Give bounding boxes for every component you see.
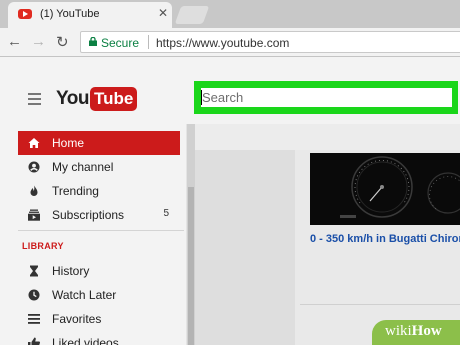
video-thumbnail[interactable] [310, 153, 460, 225]
sidebar-item-label: My channel [52, 160, 114, 174]
browser-toolbar: ← → ↻ Secure https://www.youtube.com [0, 28, 460, 57]
youtube-page: YouTube Home My channel Trending Subscri [0, 57, 460, 345]
sidebar-item-watch-later[interactable]: Watch Later [18, 283, 180, 307]
sidebar-item-label: Subscriptions [52, 208, 125, 222]
sidebar-item-history[interactable]: History [18, 259, 180, 283]
subscriptions-count-badge: 5 [163, 208, 169, 219]
watermark-prefix: wiki [385, 323, 412, 339]
sidebar-divider [18, 230, 184, 231]
watermark-suffix: How [411, 323, 442, 339]
sidebar-item-subscriptions[interactable]: Subscriptions 5 [18, 203, 180, 227]
sidebar-item-label: Watch Later [52, 288, 117, 302]
reload-icon[interactable]: ↻ [56, 33, 69, 51]
youtube-logo[interactable]: You Tube [56, 87, 138, 111]
close-tab-icon[interactable]: ✕ [158, 6, 168, 20]
card-divider [300, 304, 460, 305]
list-icon [28, 314, 40, 324]
sidebar-item-trending[interactable]: Trending [18, 179, 180, 203]
search-input[interactable] [201, 88, 452, 107]
home-icon [28, 138, 40, 148]
sidebar-item-label: Home [52, 136, 85, 150]
address-separator [148, 35, 149, 49]
sidebar-item-label: History [52, 264, 90, 278]
logo-you-text: You [56, 88, 89, 109]
tab-title: (1) YouTube [40, 8, 100, 20]
speedometer-image [310, 153, 460, 225]
wikihow-watermark-text: wikiHow [385, 323, 442, 340]
sidebar-item-label: Liked videos [52, 336, 119, 345]
tab-bar: (1) YouTube ✕ [0, 0, 460, 28]
content-header-area [195, 124, 460, 150]
secure-label: Secure [101, 36, 140, 50]
sidebar-item-home[interactable]: Home [18, 131, 180, 155]
text-cursor [201, 90, 202, 105]
sidebar-item-my-channel[interactable]: My channel [18, 155, 180, 179]
sidebar-item-favorites[interactable]: Favorites [18, 307, 180, 331]
clock-icon [28, 289, 40, 301]
thumbs-up-icon [28, 337, 40, 345]
sidebar-scrollbar-thumb[interactable] [188, 187, 194, 345]
hourglass-icon [30, 265, 38, 277]
library-heading: LIBRARY [22, 241, 64, 251]
sidebar-item-label: Trending [52, 184, 99, 198]
content-gutter [195, 150, 295, 345]
account-icon [28, 161, 40, 173]
browser-tab[interactable]: (1) YouTube ✕ [8, 2, 172, 28]
guide-menu-icon[interactable] [28, 93, 41, 108]
subscriptions-icon [28, 209, 40, 221]
back-icon[interactable]: ← [7, 33, 22, 50]
sidebar-item-liked-videos[interactable]: Liked videos [18, 331, 180, 345]
sidebar-item-label: Favorites [52, 312, 102, 326]
lock-icon [89, 37, 97, 46]
video-title-link[interactable]: 0 - 350 km/h in Bugatti Chiron [310, 233, 460, 245]
youtube-favicon-icon [18, 9, 32, 19]
logo-tube-text: Tube [89, 87, 138, 111]
forward-icon[interactable]: → [31, 33, 46, 50]
new-tab-button[interactable] [174, 6, 210, 24]
address-bar[interactable]: Secure https://www.youtube.com [80, 31, 460, 53]
flame-icon [30, 185, 38, 196]
url-text[interactable]: https://www.youtube.com [156, 36, 289, 50]
